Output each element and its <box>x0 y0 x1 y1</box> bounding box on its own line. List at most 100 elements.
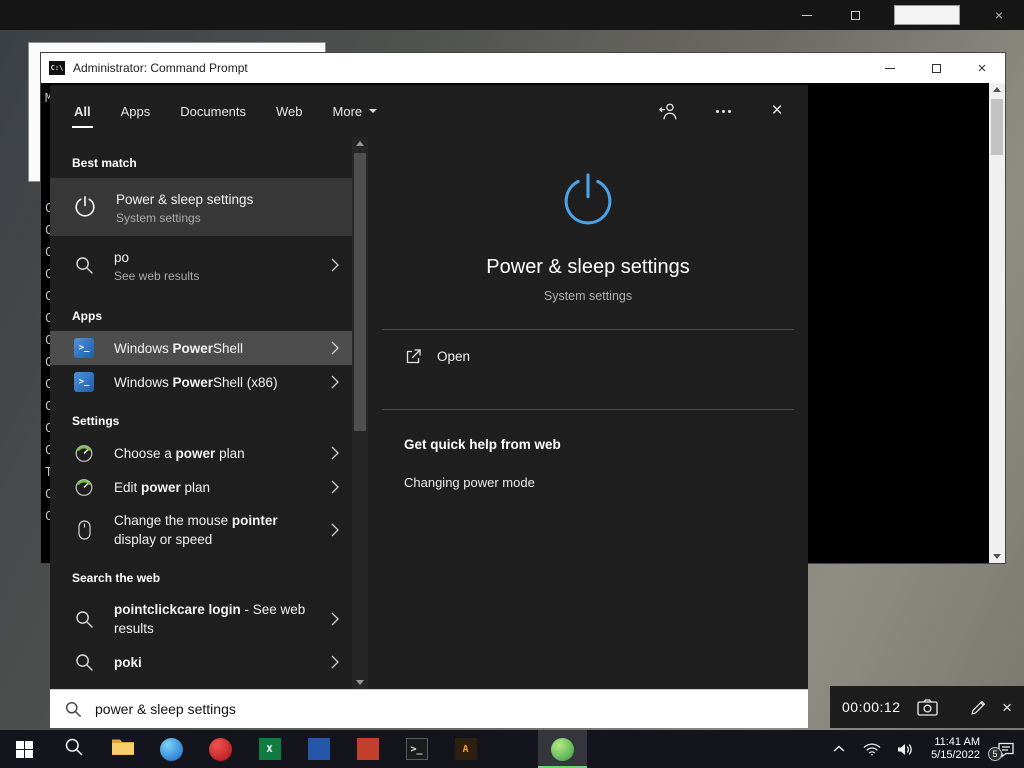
taskbar-a-letter-app-button[interactable]: A <box>441 730 490 768</box>
taskbar-start-button[interactable] <box>0 730 49 768</box>
taskbar-orange-tile-app-button[interactable] <box>343 730 392 768</box>
clock-time: 11:41 AM <box>934 736 980 748</box>
command-prompt-titlebar[interactable]: C:\ Administrator: Command Prompt × <box>41 53 1005 83</box>
background-window-button[interactable] <box>894 5 960 25</box>
tab-apps[interactable]: Apps <box>119 85 153 137</box>
minimize-button[interactable] <box>867 53 913 83</box>
chevron-right-icon <box>328 655 342 669</box>
search-tabs: All Apps Documents Web More <box>72 85 379 137</box>
search-result-item[interactable]: >_ Windows PowerShell <box>50 331 352 365</box>
result-text: Choose a power plan <box>114 445 245 461</box>
clock-date: 5/15/2022 <box>931 749 980 761</box>
search-result-item[interactable]: Change the mouse pointer display or spee… <box>50 504 352 556</box>
search-icon <box>72 609 96 629</box>
scroll-up-icon[interactable] <box>993 87 1001 92</box>
result-text: Windows PowerShell (x86) <box>114 374 278 390</box>
background-close-icon[interactable]: × <box>990 6 1008 24</box>
result-text: po See web results <box>114 249 200 283</box>
search-result-item[interactable]: pointclickcare login - See web results <box>50 593 352 645</box>
show-hidden-icons-chevron[interactable] <box>829 738 849 760</box>
taskbar-clock[interactable]: 11:41 AM 5/15/2022 <box>931 736 980 762</box>
red-circle-app-icon <box>209 737 232 761</box>
taskbar-red-circle-app-button[interactable] <box>196 730 245 768</box>
taskbar-excel-button[interactable]: X <box>245 730 294 768</box>
chevron-right-icon <box>328 375 342 389</box>
windows-logo-icon <box>16 740 33 758</box>
taskbar-command-prompt-button[interactable]: >_ <box>392 730 441 768</box>
notification-badge: 5 <box>988 747 1002 761</box>
console-scrollbar[interactable] <box>989 83 1005 563</box>
taskbar-screen-recorder-button[interactable] <box>538 730 587 768</box>
chevron-right-icon <box>328 258 342 272</box>
a-letter-app-icon: A <box>454 738 477 760</box>
tab-more[interactable]: More <box>331 85 380 137</box>
console-scrollbar-thumb[interactable] <box>991 99 1003 155</box>
search-result-item[interactable]: Edit power plan <box>50 470 352 504</box>
power-icon <box>556 169 620 238</box>
search-result-item[interactable]: poki <box>50 645 352 679</box>
search-result-item[interactable]: Choose a power plan <box>50 436 352 470</box>
search-result-item[interactable]: >_ Windows PowerShell (x86) <box>50 365 352 399</box>
help-link-changing-power-mode[interactable]: Changing power mode <box>368 475 808 490</box>
taskbar-blue-tile-app-button[interactable] <box>294 730 343 768</box>
tab-documents[interactable]: Documents <box>178 85 248 137</box>
search-results-list: Best match Power & sleep settings System s… <box>50 137 352 689</box>
background-maximize-icon[interactable] <box>846 6 864 24</box>
section-header: Best match <box>72 156 137 170</box>
system-tray: 11:41 AM 5/15/2022 5 <box>829 730 1024 768</box>
close-recorder-icon[interactable]: × <box>1002 699 1012 716</box>
action-center-icon[interactable]: 5 <box>988 738 1016 761</box>
scroll-down-icon[interactable] <box>993 554 1001 559</box>
desktop: × C:\ Administrator: Command Prompt × M … <box>0 0 1024 768</box>
result-text: Power & sleep settings System settings <box>116 191 254 225</box>
camera-icon[interactable] <box>916 698 938 716</box>
open-action[interactable]: Open <box>368 330 808 383</box>
result-text: Change the mouse pointer display or spee… <box>114 513 278 547</box>
search-icon <box>72 255 96 275</box>
browser-icon <box>160 737 183 761</box>
more-options-icon[interactable] <box>712 100 734 122</box>
tab-all[interactable]: All <box>72 85 93 137</box>
background-minimize-icon[interactable] <box>798 6 816 24</box>
edit-icon[interactable] <box>970 699 987 716</box>
section-header: Search the web <box>72 571 161 585</box>
search-result-item[interactable]: Power & sleep settings System settings <box>50 178 352 236</box>
volume-icon[interactable] <box>895 738 915 760</box>
network-icon[interactable] <box>862 738 882 760</box>
orange-tile-app-icon <box>356 738 379 760</box>
close-search-icon[interactable]: × <box>766 100 788 122</box>
window-title: Administrator: Command Prompt <box>73 61 248 75</box>
tab-web[interactable]: Web <box>274 85 305 137</box>
chevron-right-icon <box>328 446 342 460</box>
section-header: Settings <box>72 414 120 428</box>
chevron-right-icon <box>328 612 342 626</box>
open-label: Open <box>437 349 471 364</box>
powershell-icon: >_ <box>72 338 96 358</box>
results-scroll-down-icon[interactable] <box>356 680 364 685</box>
search-result-item[interactable]: po See web results <box>50 236 352 294</box>
result-text: pointclickcare login - See web results <box>114 602 306 636</box>
folder-icon <box>111 737 135 761</box>
maximize-button[interactable] <box>913 53 959 83</box>
user-account-icon[interactable] <box>658 100 680 122</box>
recording-timer: 00:00:12 <box>842 699 901 715</box>
search-box[interactable] <box>50 689 808 728</box>
results-scrollbar[interactable] <box>352 137 368 689</box>
results-scrollbar-thumb[interactable] <box>354 153 366 431</box>
chevron-right-icon <box>328 480 342 494</box>
results-scroll-up-icon[interactable] <box>356 141 364 146</box>
recording-toolbar: 00:00:12 × <box>830 686 1024 728</box>
search-input[interactable] <box>95 701 794 717</box>
open-icon <box>404 347 423 366</box>
search-icon <box>64 737 84 762</box>
taskbar-file-explorer-button[interactable] <box>98 730 147 768</box>
taskbar-search-button[interactable] <box>49 730 98 768</box>
preview-title: Power & sleep settings <box>486 256 690 278</box>
excel-icon: X <box>258 738 281 760</box>
close-button[interactable]: × <box>959 53 1005 83</box>
blue-tile-app-icon <box>307 738 330 760</box>
result-text: Windows PowerShell <box>114 340 244 356</box>
result-text: Edit power plan <box>114 479 211 495</box>
taskbar-browser-button[interactable] <box>147 730 196 768</box>
search-flyout: All Apps Documents Web More × Best match Powe… <box>50 85 808 728</box>
